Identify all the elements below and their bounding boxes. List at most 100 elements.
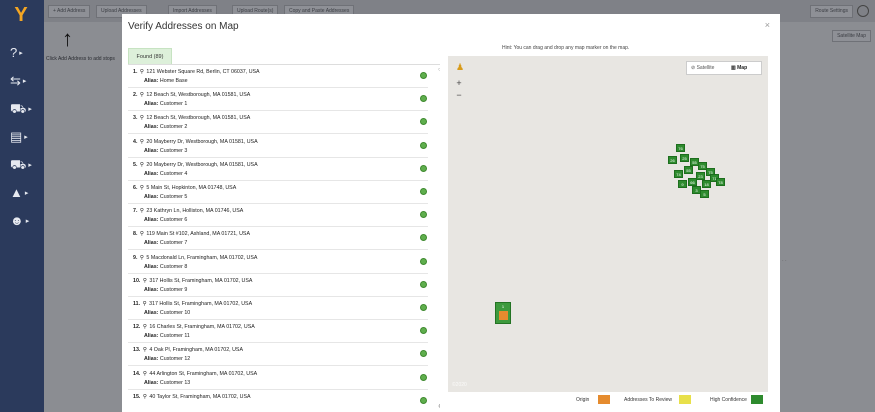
alias-label: Alias:: [144, 310, 159, 316]
address-alias: Alias: Customer 3: [144, 148, 187, 154]
address-number: 5.: [133, 161, 138, 168]
alias-label: Alias:: [144, 101, 159, 108]
alias-label: Alias:: [144, 217, 159, 224]
high-confidence-swatch: [751, 395, 763, 404]
address-row[interactable]: 9. ⚲ 5 Macdonald Ln, Framingham, MA 0170…: [128, 251, 428, 274]
map-pin-icon: ⚲: [139, 254, 144, 261]
route-icon[interactable]: ⇆ ▸: [10, 72, 36, 90]
help-icon[interactable]: [857, 5, 869, 17]
address-number: 7.: [133, 208, 138, 215]
left-navigation: Y ? ▸ ⇆ ▸ ⛟ ▸ ▤ ▸ ⛟ ▸ ▲ ▸ ☻ ▸: [0, 0, 44, 412]
address-line: 7. ⚲ 23 Kathryn Ln, Holliston, MA 01746,…: [133, 208, 243, 214]
address-row[interactable]: 8. ⚲ 119 Main St #102, Ashland, MA 01721…: [128, 227, 428, 251]
address-row[interactable]: 11. ⚲ 317 Hollis St, Framingham, MA 0170…: [128, 297, 428, 320]
address-row[interactable]: 5. ⚲ 20 Mayberry Dr, Westborough, MA 015…: [128, 158, 428, 181]
address-row[interactable]: 12. ⚲ 16 Charles St, Framingham, MA 0170…: [128, 320, 428, 344]
settings-icon[interactable]: ⚙: [438, 403, 440, 410]
address-alias: Alias: Customer 13: [144, 380, 190, 386]
team-icon[interactable]: ☻ ▸: [10, 212, 36, 230]
confidence-indicator: [420, 234, 427, 242]
address-marker[interactable]: 78: [716, 178, 725, 186]
address-row[interactable]: 13. ⚲ 4 Oak Pl, Framingham, MA 01702, US…: [128, 343, 428, 367]
alias-label: Alias:: [144, 356, 159, 363]
help-circle-icon[interactable]: ? ▸: [10, 44, 36, 62]
address-number: 3.: [133, 115, 138, 122]
map-pin-icon: ⚲: [139, 208, 144, 215]
alias-label: Alias:: [144, 379, 159, 386]
address-marker[interactable]: 66: [688, 178, 697, 186]
address-row[interactable]: 14. ⚲ 44 Arlington St, Framingham, MA 01…: [128, 367, 428, 390]
address-line: 2. ⚲ 12 Beach St, Westborough, MA 01581,…: [133, 92, 250, 98]
truck-icon[interactable]: ⛟ ▸: [10, 156, 36, 174]
address-marker[interactable]: 74: [674, 170, 683, 178]
address-marker[interactable]: 18: [702, 180, 711, 188]
route-settings-button[interactable]: Route Settings: [810, 5, 853, 18]
address-marker[interactable]: 26: [668, 156, 677, 164]
address-line: 5. ⚲ 20 Mayberry Dr, Westborough, MA 015…: [133, 162, 258, 168]
address-row[interactable]: 10. ⚲ 317 Hollis St, Framingham, MA 0170…: [128, 274, 428, 297]
home-icon: [499, 311, 508, 320]
address-row[interactable]: 1. ⚲ 121 Webster Square Rd, Berlin, CT 0…: [128, 65, 428, 88]
alias-label: Alias:: [144, 286, 159, 293]
orders-icon[interactable]: ▤ ▸: [10, 128, 36, 146]
modal-title: Verify Addresses on Map: [128, 21, 239, 32]
address-row[interactable]: 7. ⚲ 23 Kathryn Ln, Holliston, MA 01746,…: [128, 204, 428, 228]
address-row[interactable]: 2. ⚲ 12 Beach St, Westborough, MA 01581,…: [128, 88, 428, 112]
zoom-in-button[interactable]: +: [454, 78, 464, 88]
address-text: 121 Webster Square Rd, Berlin, CT 06037,…: [146, 69, 260, 75]
address-number: 15.: [133, 393, 141, 400]
tab-found[interactable]: Found (89): [128, 48, 172, 64]
alias-label: Alias:: [144, 333, 159, 340]
address-marker[interactable]: 76: [676, 144, 685, 152]
origin-marker[interactable]: 1: [495, 302, 511, 324]
analytics-icon[interactable]: ▲ ▸: [10, 184, 36, 202]
close-icon[interactable]: ×: [765, 20, 770, 30]
alias-value: Customer 1: [159, 101, 188, 108]
app-logo[interactable]: Y: [8, 4, 34, 26]
map-type-control: ⊘ Satellite ▥ Map: [686, 61, 762, 75]
address-alias: Alias: Customer 10: [144, 310, 190, 316]
map-pin-icon: ⚲: [142, 301, 147, 307]
map-view[interactable]: ♟ + − ⊘ Satellite ▥ Map 1 76 26 25 55 75 55 75…: [448, 56, 768, 392]
review-swatch: [679, 395, 691, 404]
address-text: 20 Mayberry Dr, Westborough, MA 01581, U…: [146, 138, 258, 145]
add-address-button[interactable]: + Add Address: [48, 5, 91, 18]
address-number: 1.: [133, 69, 138, 75]
scroll-up-icon[interactable]: ○: [438, 67, 440, 73]
street-view-pegman-icon[interactable]: ♟: [456, 62, 464, 73]
address-line: 9. ⚲ 5 Macdonald Ln, Framingham, MA 0170…: [133, 255, 257, 261]
address-number: 4.: [133, 138, 138, 145]
address-text: 16 Charles St, Framingham, MA 01702, USA: [149, 324, 255, 331]
cart-icon[interactable]: ⛟ ▸: [10, 100, 36, 118]
map-attribution: ©2020: [452, 382, 467, 388]
satellite-button[interactable]: ⊘ Satellite: [691, 65, 714, 71]
address-row[interactable]: 3. ⚲ 12 Beach St, Westborough, MA 01581,…: [128, 111, 428, 135]
address-text: 12 Beach St, Westborough, MA 01581, USA: [146, 115, 251, 122]
map-legend: Origin Addresses To Review High Confiden…: [448, 394, 768, 410]
address-row[interactable]: 6. ⚲ 5 Main St, Hopkinton, MA 01748, USA…: [128, 181, 428, 204]
background-side-text: · ·: [782, 258, 787, 264]
map-pin-icon: ⚲: [139, 231, 144, 238]
address-row[interactable]: 15. ⚲ 40 Taylor St, Framingham, MA 01702…: [128, 390, 428, 412]
address-text: 5 Macdonald Ln, Framingham, MA 01702, US…: [146, 254, 258, 261]
address-row[interactable]: 4. ⚲ 20 Mayberry Dr, Westborough, MA 015…: [128, 135, 428, 158]
alias-value: Customer 10: [159, 310, 191, 316]
legend-high-label: High Confidence: [710, 397, 747, 403]
map-pin-icon: ⚲: [139, 161, 144, 168]
address-marker[interactable]: 5: [700, 190, 709, 198]
zoom-out-button[interactable]: −: [454, 90, 464, 100]
address-marker[interactable]: 55: [684, 166, 693, 174]
up-arrow-icon: ↑: [62, 26, 73, 51]
address-marker[interactable]: 23: [696, 172, 705, 180]
confidence-indicator: [420, 257, 427, 265]
confidence-indicator: [420, 141, 427, 149]
address-text: 4 Oak Pl, Framingham, MA 01702, USA: [149, 347, 243, 354]
map-button[interactable]: ▥ Map: [731, 65, 747, 71]
address-alias: Alias: Customer 11: [144, 333, 190, 339]
address-marker[interactable]: 25: [680, 154, 689, 162]
address-marker[interactable]: 9: [678, 180, 687, 188]
background-map-type-toggle[interactable]: Satellite Map: [832, 30, 871, 42]
alias-label: Alias:: [144, 194, 159, 200]
address-number: 14.: [133, 370, 141, 377]
alias-value: Customer 3: [159, 147, 188, 154]
